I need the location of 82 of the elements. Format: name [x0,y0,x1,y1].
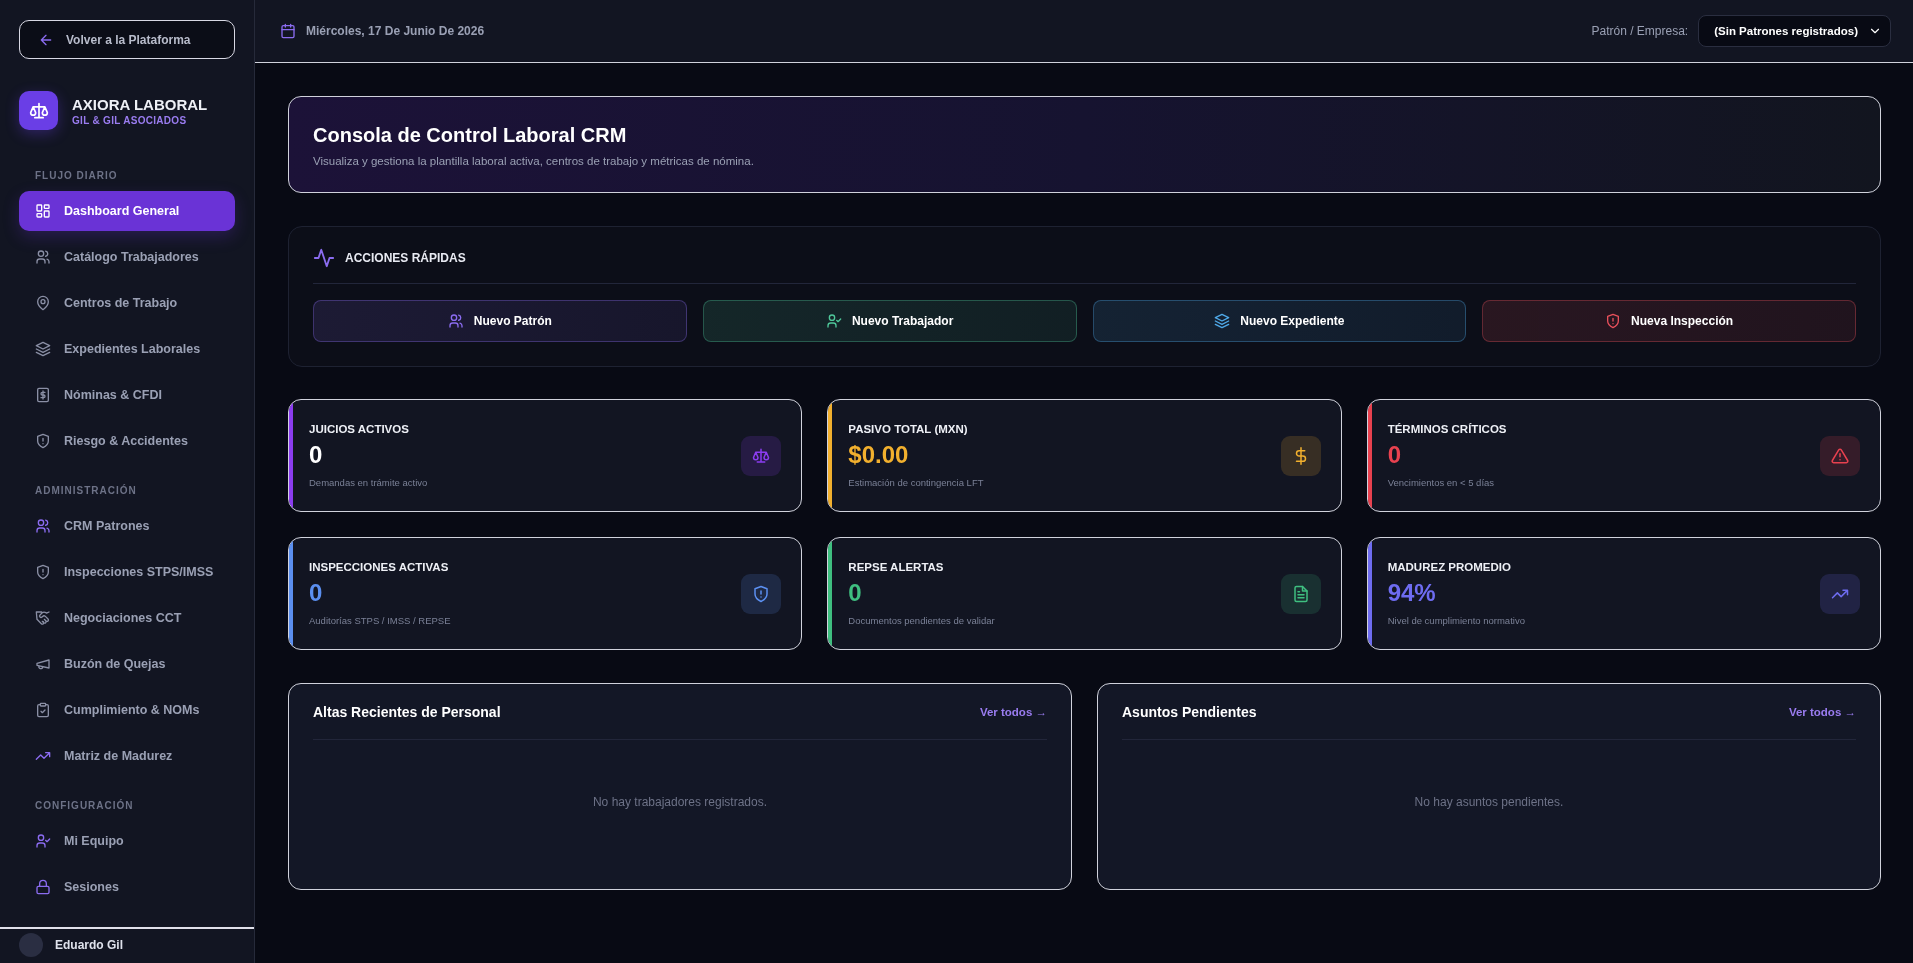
brand-name: AXIORA LABORAL [72,95,208,113]
date-label: Miércoles, 17 De Junio De 2026 [306,24,485,38]
employer-select[interactable]: (Sin Patrones registrados) [1698,15,1891,47]
trend-up-icon [1820,573,1860,614]
nav-item[interactable]: Inspecciones STPS/IMSS [19,552,235,592]
scale-icon [741,435,782,476]
dashboard-icon [35,203,51,219]
stat-value: 94% [1387,579,1437,607]
nav-item[interactable]: Matriz de Madurez [19,736,235,776]
employer-label: Patrón / Empresa: [1591,24,1689,38]
clipboard-check-icon [35,702,51,718]
section-label: CONFIGURACIÓN [34,800,135,811]
page-title: Consola de Control Laboral CRM [313,124,628,147]
avatar [19,933,43,957]
logo-badge [19,91,58,130]
pulse-icon [313,247,335,269]
stat-label: TÉRMINOS CRÍTICOS [1387,423,1508,435]
panel-title: Asuntos Pendientes [1122,703,1257,720]
view-all-link[interactable]: Ver todos → [1788,705,1856,718]
shield-icon [35,433,51,449]
nav-item[interactable]: Centros de Trabajo [19,283,235,323]
nav-item[interactable]: CRM Patrones [19,506,235,546]
location-pin-icon [35,295,51,311]
empty-message: No hay trabajadores registrados. [591,795,769,809]
panel-title: Altas Recientes de Personal [313,703,501,720]
shield-icon [1605,313,1622,329]
stat-value: 0 [848,579,863,607]
stat-label: PASIVO TOTAL (MXN) [848,423,969,435]
quick-action-button[interactable]: Nuevo Expediente [1092,300,1467,342]
handshake-icon [35,610,51,626]
section-label: FLUJO DIARIO [34,170,119,181]
calendar-icon [280,23,296,39]
shield-icon [741,573,782,614]
stat-value: $0.00 [848,441,910,469]
receipt-icon [35,387,51,403]
stat-note: Documentos pendientes de validar [848,615,996,626]
user-name: Eduardo Gil [55,938,123,952]
nav-item[interactable]: Cumplimiento & NOMs [19,690,235,730]
page-subtitle: Visualiza y gestiona la plantilla laboral activa, centros de trabajo y métricas de nómina. [313,155,755,167]
user-check-icon [825,313,842,329]
users-icon [447,313,464,329]
stat-value: 0 [309,579,324,607]
nav-item[interactable]: Nóminas & CFDI [19,375,235,415]
quick-action-button[interactable]: Nuevo Trabajador [702,300,1077,342]
layers-icon [1214,313,1231,329]
dollar-icon [1280,435,1321,476]
stat-label: MADUREZ PROMEDIO [1387,561,1512,573]
quick-action-button[interactable]: Nuevo Patrón [313,300,687,342]
megaphone-icon [35,656,51,672]
quick-action-button[interactable]: Nueva Inspección [1482,300,1856,342]
nav-item[interactable]: Dashboard General [19,191,235,231]
document-icon [1280,573,1321,614]
nav-item[interactable]: Mi Equipo [19,821,235,861]
stat-note: Estimación de contingencia LFT [848,477,985,488]
stat-note: Nivel de cumplimiento normativo [1387,615,1526,626]
user-check-icon [35,833,51,849]
users-icon [35,518,51,534]
shield-icon [35,564,51,580]
warning-icon [1820,435,1860,476]
nav-item[interactable]: Sesiones [19,867,235,907]
stat-note: Auditorías STPS / IMSS / REPSE [309,615,452,626]
stat-label: INSPECCIONES ACTIVAS [309,561,450,573]
nav-item[interactable]: Buzón de Quejas [19,644,235,684]
stat-label: REPSE ALERTAS [848,561,945,573]
stat-label: JUICIOS ACTIVOS [309,423,410,435]
section-title: ACCIONES RÁPIDAS [345,251,466,265]
nav-item[interactable]: Negociaciones CCT [19,598,235,638]
stat-value: 0 [1387,441,1402,469]
section-label: ADMINISTRACIÓN [34,485,138,496]
back-button[interactable]: Volver a la Plataforma [19,20,235,59]
nav-item[interactable]: Riesgo & Accidentes [19,421,235,461]
empty-message: No hay asuntos pendientes. [1413,795,1565,809]
nav-item[interactable]: Catálogo Trabajadores [19,237,235,277]
view-all-link[interactable]: Ver todos → [979,705,1047,718]
nav-item[interactable]: Expedientes Laborales [19,329,235,369]
stat-note: Vencimientos en < 5 días [1387,477,1496,488]
stat-value: 0 [309,441,324,469]
users-icon [35,249,51,265]
lock-icon [35,879,51,895]
layers-icon [35,341,51,357]
stat-note: Demandas en trámite activo [309,477,429,488]
brand-subtitle: GIL & GIL ASOCIADOS [72,114,188,126]
